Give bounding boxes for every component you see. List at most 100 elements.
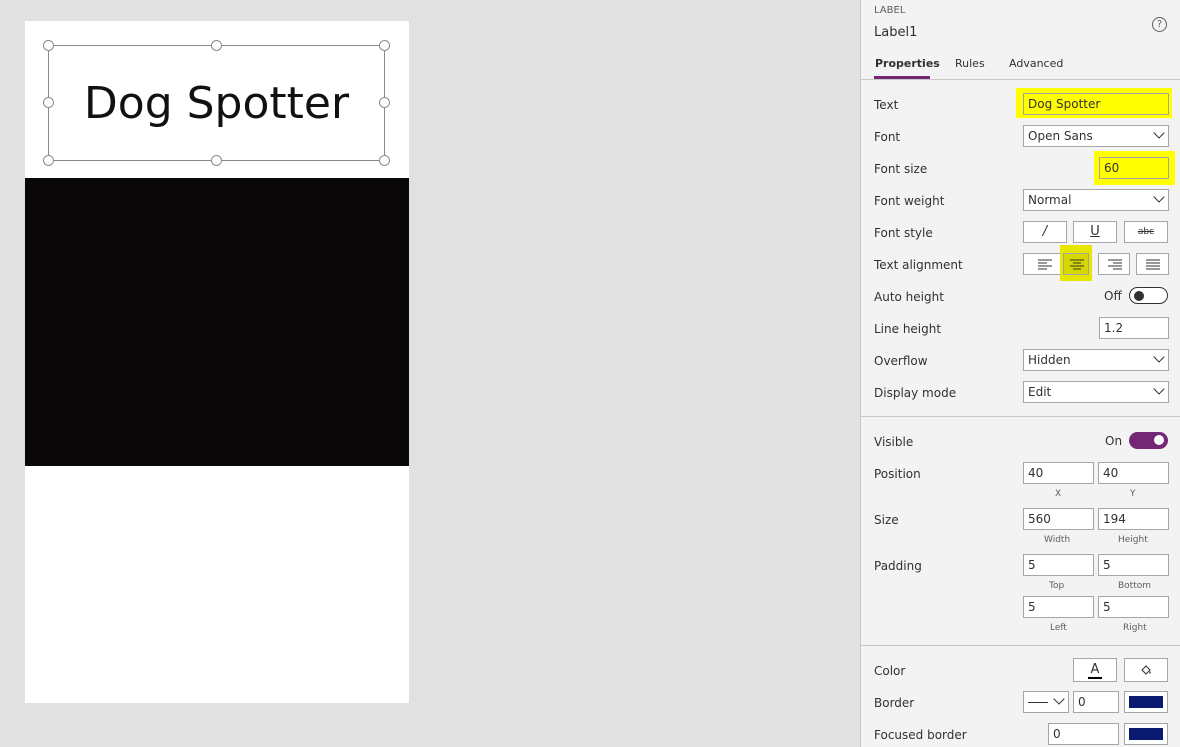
size-label: Size [874,513,899,527]
resize-handle-bottom-right[interactable] [379,155,390,166]
label-text: Dog Spotter [83,77,350,129]
focused-border-label: Focused border [874,728,967,742]
font-weight-dropdown[interactable]: Normal [1023,189,1169,211]
resize-handle-top-left[interactable] [43,40,54,51]
y-caption: Y [1130,489,1136,499]
selected-label-control[interactable]: Dog Spotter [48,45,385,161]
resize-handle-top-right[interactable] [379,40,390,51]
padding-top-input[interactable]: 5 [1023,554,1094,576]
display-mode-dropdown[interactable]: Edit [1023,381,1169,403]
font-weight-label: Font weight [874,194,945,208]
left-caption: Left [1050,623,1067,633]
align-justify-icon [1146,259,1160,270]
font-dropdown-value: Open Sans [1028,129,1093,143]
height-input[interactable]: 194 [1098,508,1169,530]
resize-handle-bottom-middle[interactable] [211,155,222,166]
chevron-down-icon [1153,191,1165,203]
section-divider [861,416,1180,417]
properties-panel: LABEL Label1 ? Properties Rules Advanced… [860,0,1180,747]
align-center-button[interactable] [1063,253,1089,275]
text-alignment-label: Text alignment [874,258,963,272]
font-dropdown[interactable]: Open Sans [1023,125,1169,147]
padding-right-input[interactable]: 5 [1098,596,1169,618]
display-mode-label: Display mode [874,386,957,400]
focused-border-color-fill [1129,728,1163,740]
active-tab-indicator [874,76,930,79]
line-height-input[interactable]: 1.2 [1099,317,1169,339]
visible-toggle[interactable] [1129,432,1168,449]
top-caption: Top [1049,581,1065,591]
resize-handle-middle-left[interactable] [43,97,54,108]
tab-rules[interactable]: Rules [955,57,985,70]
border-color-fill [1129,696,1163,708]
text-input[interactable]: Dog Spotter [1023,93,1169,115]
resize-handle-middle-right[interactable] [379,97,390,108]
image-control[interactable] [25,178,409,466]
overflow-dropdown[interactable]: Hidden [1023,349,1169,371]
chevron-down-icon [1153,383,1165,395]
padding-left-input[interactable]: 5 [1023,596,1094,618]
chevron-down-icon [1053,693,1065,705]
resize-handle-top-middle[interactable] [211,40,222,51]
text-property-label: Text [874,98,899,112]
visible-state: On [1105,434,1123,448]
font-weight-value: Normal [1028,193,1072,207]
right-caption: Right [1123,623,1147,633]
align-left-icon [1038,259,1052,270]
font-property-label: Font [874,130,901,144]
control-name: Label1 [874,25,918,40]
padding-label: Padding [874,559,922,573]
tab-advanced[interactable]: Advanced [1009,57,1063,70]
focused-border-input[interactable]: 0 [1048,723,1119,745]
control-type-label: LABEL [874,5,906,16]
focused-border-color-swatch[interactable] [1124,723,1168,745]
auto-height-label: Auto height [874,290,944,304]
width-caption: Width [1044,535,1071,545]
panel-tabs: Properties Rules Advanced [861,54,1180,80]
align-center-icon [1070,259,1084,270]
visible-label: Visible [874,435,914,449]
font-style-label: Font style [874,226,933,240]
x-caption: X [1055,489,1062,499]
strikethrough-button[interactable]: abc [1124,221,1168,243]
line-height-label: Line height [874,322,942,336]
align-justify-button[interactable] [1136,253,1169,275]
position-x-input[interactable]: 40 [1023,462,1094,484]
border-style-line-icon [1028,702,1048,703]
bottom-caption: Bottom [1118,581,1152,591]
font-size-label: Font size [874,162,928,176]
toggle-knob [1134,291,1144,301]
auto-height-toggle[interactable] [1129,287,1168,304]
chevron-down-icon [1153,127,1165,139]
italic-button[interactable]: / [1023,221,1067,243]
border-style-dropdown[interactable] [1023,691,1069,713]
align-right-icon [1108,259,1122,270]
position-y-input[interactable]: 40 [1098,462,1169,484]
border-color-swatch[interactable] [1124,691,1168,713]
text-color-button[interactable]: A [1073,658,1117,682]
paint-bucket-icon [1141,665,1151,675]
auto-height-state: Off [1104,289,1122,303]
border-label: Border [874,696,915,710]
chevron-down-icon [1153,351,1165,363]
height-caption: Height [1118,535,1148,545]
tab-properties[interactable]: Properties [875,57,940,70]
border-thickness-input[interactable]: 0 [1073,691,1119,713]
align-right-button[interactable] [1098,253,1130,275]
text-color-icon: A [1087,662,1103,679]
font-size-input[interactable]: 60 [1099,157,1169,179]
app-canvas: Dog Spotter [25,21,409,703]
width-input[interactable]: 560 [1023,508,1094,530]
underline-button[interactable]: U [1073,221,1117,243]
display-mode-value: Edit [1028,385,1052,399]
overflow-label: Overflow [874,354,928,368]
help-icon[interactable]: ? [1152,17,1167,32]
color-label: Color [874,664,906,678]
fill-color-button[interactable] [1124,658,1168,682]
padding-bottom-input[interactable]: 5 [1098,554,1169,576]
overflow-value: Hidden [1028,353,1071,367]
position-label: Position [874,467,921,481]
section-divider [861,645,1180,646]
toggle-knob [1154,435,1164,445]
resize-handle-bottom-left[interactable] [43,155,54,166]
